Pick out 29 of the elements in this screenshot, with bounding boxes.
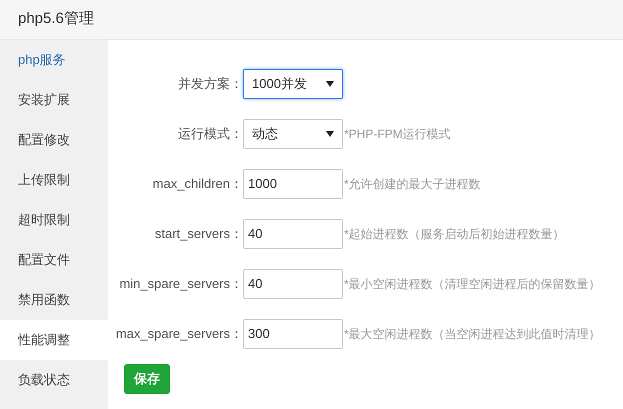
hint-text: *起始进程数（服务启动后初始进程数量） xyxy=(344,226,565,243)
input-field[interactable]: 40 xyxy=(243,219,343,249)
sidebar-item[interactable]: 负载状态 xyxy=(0,360,108,400)
input-field[interactable]: 1000 xyxy=(243,169,343,199)
caret-icon xyxy=(326,131,334,137)
input-field[interactable]: 40 xyxy=(243,269,343,299)
sidebar-item[interactable]: 禁用函数 xyxy=(0,280,108,320)
field-label: max_children： xyxy=(152,175,243,194)
field-label: 运行模式： xyxy=(177,125,243,144)
sidebar-item[interactable]: 配置修改 xyxy=(0,120,108,160)
sidebar-item[interactable]: 超时限制 xyxy=(0,200,108,240)
sidebar-item[interactable]: 上传限制 xyxy=(0,160,108,200)
field-label: min_spare_servers： xyxy=(118,275,243,294)
sidebar-item[interactable]: 配置文件 xyxy=(0,240,108,280)
window-title: php5.6管理 xyxy=(18,9,94,30)
field-label: start_servers： xyxy=(154,225,243,244)
caret-icon xyxy=(326,81,334,87)
sidebar-item[interactable]: 安装扩展 xyxy=(0,80,108,120)
hint-text: *PHP-FPM运行模式 xyxy=(344,126,451,143)
field-label: max_spare_servers： xyxy=(114,325,243,344)
sidebar-item[interactable]: 性能调整 xyxy=(0,320,108,360)
dropdown[interactable]: 动态 xyxy=(243,119,343,149)
field-label: 并发方案： xyxy=(177,75,243,94)
input-field[interactable]: 300 xyxy=(243,319,343,349)
hint-text: *允许创建的最大子进程数 xyxy=(344,176,481,193)
hint-text: *最小空闲进程数（清理空闲进程后的保留数量） xyxy=(344,276,601,293)
hint-text: *最大空闲进程数（当空闲进程达到此值时清理） xyxy=(344,326,601,343)
sidebar-item[interactable]: php服务 xyxy=(0,40,108,80)
dropdown[interactable]: 1000并发 xyxy=(243,69,343,99)
